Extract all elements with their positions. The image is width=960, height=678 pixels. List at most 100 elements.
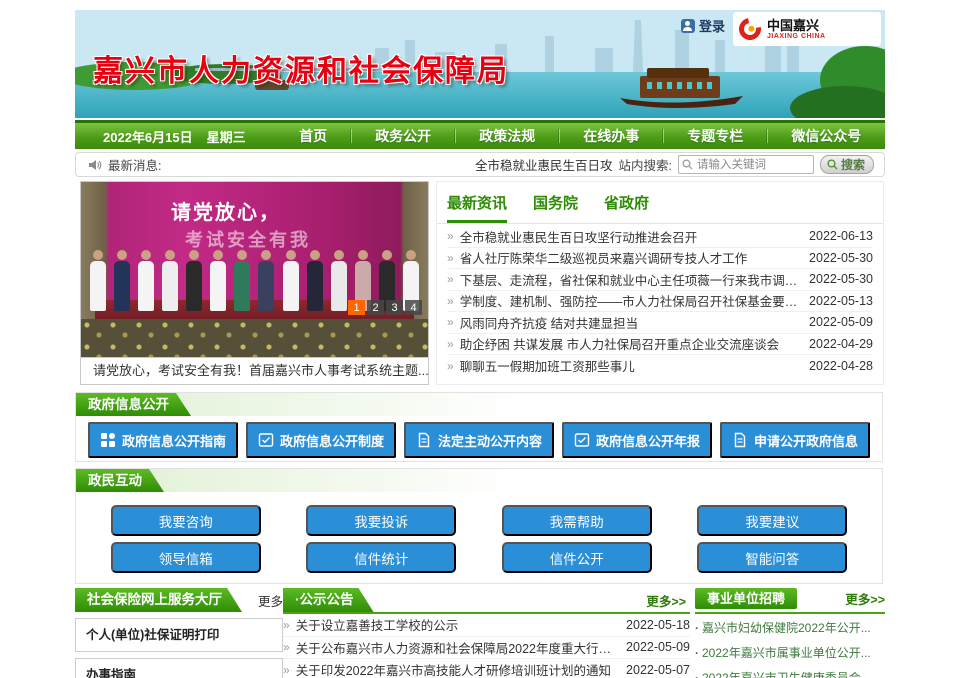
- nav-separator: [767, 129, 768, 143]
- interaction-buttons: 我要咨询 我要投诉 我需帮助 我要建议 领导信箱 信件统计 信件公开 智能问答: [88, 505, 870, 573]
- double-arrow-icon: »: [447, 337, 454, 351]
- button-leader-mailbox[interactable]: 领导信箱: [111, 542, 261, 573]
- announcements-more-link[interactable]: 更多>>: [646, 591, 690, 610]
- search-button-label: 搜索: [841, 156, 865, 173]
- interaction-title: 政民互动: [76, 469, 164, 492]
- ticker-label: 最新消息:: [108, 155, 161, 174]
- nav-item-gov-open[interactable]: 政务公开: [365, 122, 441, 150]
- ribbon-fade: [76, 469, 882, 492]
- info-disclosure-buttons: 政府信息公开指南 政府信息公开制度 法定主动公开内容: [88, 422, 870, 458]
- double-arrow-icon: »: [447, 359, 454, 373]
- recruitment-title: 事业单位招聘: [695, 588, 797, 609]
- search-button[interactable]: 搜索: [820, 155, 874, 174]
- carousel-page-1[interactable]: 1: [348, 300, 365, 315]
- nav-item-wechat[interactable]: 微信公众号: [781, 122, 871, 150]
- announcement-item[interactable]: » 关于设立嘉善技工学校的公示 2022-05-18: [283, 614, 690, 637]
- info-disclosure-title: 政府信息公开: [76, 393, 191, 416]
- nav-separator: [351, 129, 352, 143]
- news-item[interactable]: » 学制度、建机制、强防控——市人力社保局召开社保基金要情专题学习会 2022-…: [447, 291, 873, 313]
- jiaxing-logo-icon: [735, 14, 766, 45]
- logo-text-cn: 中国嘉兴: [767, 19, 826, 33]
- site-search-label: 站内搜索:: [619, 155, 672, 174]
- button-suggest[interactable]: 我要建议: [697, 505, 847, 536]
- ticker-scrolling-link[interactable]: 全市稳就业惠民生百日攻: [475, 155, 613, 174]
- social-insurance-section: 社会保险网上服务大厅 更多 个人(单位)社保证明打印 办事指南: [75, 588, 283, 678]
- nav-item-online[interactable]: 在线办事: [573, 122, 649, 150]
- double-arrow-icon: »: [447, 294, 454, 308]
- site-title: 嘉兴市人力资源和社会保障局: [93, 46, 509, 90]
- doc-check-icon: [258, 432, 274, 448]
- ribbon-fade: [76, 393, 882, 416]
- announcements-title: ·公示公告: [283, 588, 374, 612]
- news-panel: 最新资讯 国务院 省政府 » 全市稳就业惠民生百日攻坚行动推进会召开 2022-…: [436, 181, 884, 385]
- button-letter-stats[interactable]: 信件统计: [306, 542, 456, 573]
- button-letter-open[interactable]: 信件公开: [502, 542, 652, 573]
- news-ticker-bar: 最新消息: 全市稳就业惠民生百日攻 站内搜索: 搜索: [75, 152, 885, 177]
- search-input[interactable]: [678, 155, 814, 174]
- banner: 嘉兴市人力资源和社会保障局 登录 中国嘉兴 JIAXING CHINA: [75, 10, 885, 118]
- button-annual-report[interactable]: 政府信息公开年报: [562, 422, 712, 458]
- button-info-system[interactable]: 政府信息公开制度: [246, 422, 396, 458]
- recruitment-item[interactable]: 2022年嘉兴市属事业单位公开...: [695, 642, 885, 664]
- nav-separator: [559, 129, 560, 143]
- news-tabs: 最新资讯 国务院 省政府: [437, 182, 883, 224]
- nav-item-home[interactable]: 首页: [289, 122, 337, 150]
- news-list: » 全市稳就业惠民生百日攻坚行动推进会召开 2022-06-13 » 省人社厅陈…: [437, 224, 883, 377]
- speaker-icon: [88, 158, 102, 172]
- tab-state-council[interactable]: 国务院: [533, 192, 578, 223]
- recruitment-section: 事业单位招聘 更多>> 嘉兴市妇幼保健院2022年公开... 2022年嘉兴市属…: [695, 588, 885, 678]
- nav-item-policy[interactable]: 政策法规: [469, 122, 545, 150]
- search-input-icon: [682, 159, 693, 170]
- service-item-insurance-print[interactable]: 个人(单位)社保证明打印: [75, 618, 283, 652]
- recruitment-item[interactable]: 嘉兴市妇幼保健院2022年公开...: [695, 617, 885, 639]
- nav-weekday: 星期三: [207, 127, 246, 146]
- recruitment-more-link[interactable]: 更多>>: [845, 589, 885, 608]
- file-icon: [732, 432, 748, 448]
- button-consult[interactable]: 我要咨询: [111, 505, 261, 536]
- social-insurance-more-link[interactable]: 更多: [258, 591, 283, 610]
- doc-check-icon: [574, 432, 590, 448]
- login-label: 登录: [699, 16, 725, 35]
- double-arrow-icon: »: [283, 663, 290, 677]
- service-item-guide[interactable]: 办事指南: [75, 658, 283, 678]
- nav-separator: [455, 129, 456, 143]
- nav-date: 2022年6月15日: [75, 127, 193, 146]
- button-need-help[interactable]: 我需帮助: [502, 505, 652, 536]
- logo-text-en: JIAXING CHINA: [767, 33, 826, 40]
- file-icon: [416, 432, 432, 448]
- recruitment-item[interactable]: 2022年嘉兴市卫生健康委员会...: [695, 667, 885, 678]
- carousel-caption[interactable]: 请党放心，考试安全有我！首届嘉兴市人事考试系统主题...: [80, 358, 429, 385]
- double-arrow-icon: »: [283, 618, 290, 632]
- button-legal-disclosure[interactable]: 法定主动公开内容: [404, 422, 554, 458]
- carousel-page-4[interactable]: 4: [405, 300, 422, 315]
- button-request-disclosure[interactable]: 申请公开政府信息: [720, 422, 870, 458]
- news-item[interactable]: » 下基层、走流程，省社保和就业中心主任项薇一行来我市调研“国统”上线情况 20…: [447, 269, 873, 291]
- photo-carousel[interactable]: 请党放心， 考试安全有我 1 2 3 4: [80, 181, 429, 358]
- news-item[interactable]: » 助企纾困 共谋发展 市人力社保局召开重点企业交流座谈会 2022-04-29: [447, 334, 873, 356]
- news-item[interactable]: » 聊聊五一假期加班工资那些事儿 2022-04-28: [447, 355, 873, 377]
- news-item[interactable]: » 风雨同舟齐抗疫 结对共建显担当 2022-05-09: [447, 312, 873, 334]
- carousel-page-3[interactable]: 3: [386, 300, 403, 315]
- nav-separator: [663, 129, 664, 143]
- nav-item-special[interactable]: 专题专栏: [677, 122, 753, 150]
- tab-latest-news[interactable]: 最新资讯: [447, 192, 507, 223]
- grid-icon: [100, 432, 116, 448]
- button-info-guide[interactable]: 政府信息公开指南: [88, 422, 238, 458]
- button-complain[interactable]: 我要投诉: [306, 505, 456, 536]
- main-nav: 2022年6月15日 星期三 首页 政务公开 政策法规 在线办事 专题专栏 微信…: [75, 120, 885, 149]
- login-button[interactable]: 登录: [681, 16, 725, 35]
- tab-provincial-gov[interactable]: 省政府: [604, 192, 649, 223]
- double-arrow-icon: »: [447, 229, 454, 243]
- page: 嘉兴市人力资源和社会保障局 登录 中国嘉兴 JIAXING CHINA 2022…: [0, 0, 960, 678]
- announcement-item[interactable]: » 关于公布嘉兴市人力资源和社会保障局2022年度重大行政决策事... 2022…: [283, 637, 690, 660]
- interaction-section: 政民互动 我要咨询 我要投诉 我需帮助 我要建议 领导信箱 信件统计 信件公开 …: [75, 468, 883, 584]
- info-disclosure-section: 政府信息公开 政府信息公开指南 政府信息公开制度: [75, 392, 883, 462]
- search-icon: [827, 159, 838, 170]
- announcement-item[interactable]: » 关于印发2022年嘉兴市高技能人才研修培训班计划的通知 2022-05-07: [283, 659, 690, 678]
- news-item[interactable]: » 全市稳就业惠民生百日攻坚行动推进会召开 2022-06-13: [447, 226, 873, 248]
- social-insurance-title: 社会保险网上服务大厅: [75, 588, 242, 612]
- button-smart-qa[interactable]: 智能问答: [697, 542, 847, 573]
- news-item[interactable]: » 省人社厅陈荣华二级巡视员来嘉兴调研专技人才工作 2022-05-30: [447, 248, 873, 270]
- carousel-page-2[interactable]: 2: [367, 300, 384, 315]
- double-arrow-icon: »: [447, 251, 454, 265]
